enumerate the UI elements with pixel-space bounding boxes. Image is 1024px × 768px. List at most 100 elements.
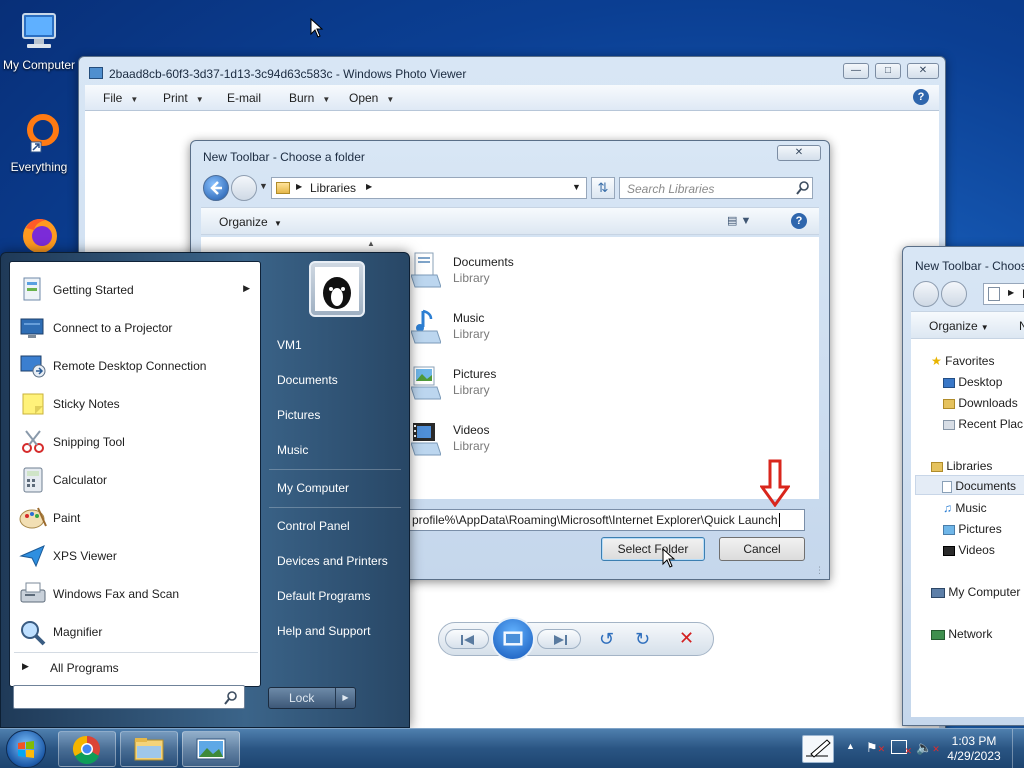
start-right-documents[interactable]: Documents <box>277 373 338 387</box>
library-pictures[interactable]: Pictures Library <box>410 359 611 405</box>
forward-button[interactable] <box>231 175 257 201</box>
forward-button[interactable] <box>941 281 967 307</box>
nav-recent[interactable]: Recent Plac <box>943 417 1023 431</box>
photo-viewer-icon <box>196 738 226 760</box>
address-dropdown-icon[interactable]: ▼ <box>572 182 581 192</box>
start-item-fax-scan[interactable]: Windows Fax and Scan <box>14 576 258 612</box>
user-avatar[interactable] <box>309 261 365 317</box>
menu-file[interactable]: File ▼ <box>103 91 138 105</box>
nav-libraries[interactable]: Libraries <box>931 459 992 473</box>
taskbar: ▲ ⚑✕ ✕ 🔈✕ 1:03 PM 4/29/2023 <box>0 728 1024 768</box>
firefox-desktop-icon[interactable] <box>18 214 62 254</box>
star-icon: ★ <box>931 354 942 368</box>
start-right-user[interactable]: VM1 <box>277 338 302 352</box>
navigation-scroll-up-icon[interactable]: ▲ <box>365 239 377 251</box>
nav-documents[interactable]: Documents <box>915 475 1024 495</box>
maximize-button[interactable]: □ <box>875 63 901 79</box>
close-button[interactable]: ✕ <box>907 63 939 79</box>
rotate-clockwise-icon[interactable]: ↻ <box>635 629 650 649</box>
taskbar-explorer[interactable] <box>120 731 178 767</box>
search-icon[interactable] <box>224 690 238 709</box>
menu-email[interactable]: E-mail <box>227 91 261 105</box>
nav-videos[interactable]: Videos <box>943 543 995 557</box>
start-right-control-panel[interactable]: Control Panel <box>277 519 350 533</box>
clock[interactable]: 1:03 PM 4/29/2023 <box>944 734 1004 764</box>
desktop-icon-my-computer[interactable]: My Computer <box>0 10 78 72</box>
dialog-toolbar: Organize ▼ ▤ ▼ ? <box>201 207 819 235</box>
start-right-music[interactable]: Music <box>277 443 308 457</box>
start-right-pictures[interactable]: Pictures <box>277 408 320 422</box>
new-folder-button[interactable]: N <box>1019 319 1024 333</box>
start-item-calculator[interactable]: Calculator <box>14 462 258 498</box>
start-right-my-computer[interactable]: My Computer <box>277 481 349 495</box>
start-item-getting-started[interactable]: Getting Started ▶ <box>14 272 258 308</box>
all-programs-button[interactable]: ▶ All Programs <box>14 652 258 682</box>
minimize-button[interactable]: — <box>843 63 869 79</box>
library-music[interactable]: Music Library <box>410 303 611 349</box>
start-right-devices-printers[interactable]: Devices and Printers <box>277 554 388 568</box>
nav-desktop[interactable]: Desktop <box>943 375 1002 389</box>
start-item-xps-viewer[interactable]: XPS Viewer <box>14 538 258 574</box>
recent-pages-chevron-icon[interactable]: ▼ <box>259 181 268 191</box>
lock-button[interactable]: Lock ▶ <box>268 687 356 709</box>
start-item-snipping-tool[interactable]: Snipping Tool <box>14 424 258 460</box>
search-input[interactable]: Search Libraries <box>619 177 813 199</box>
nav-favorites[interactable]: ★ Favorites <box>931 354 994 368</box>
next-icon[interactable] <box>537 629 581 649</box>
nav-network[interactable]: Network <box>931 627 992 641</box>
select-folder-button[interactable]: Select Folder <box>601 537 705 561</box>
start-right-help-support[interactable]: Help and Support <box>277 624 370 638</box>
desktop-icon-everything[interactable]: Everything <box>0 112 78 174</box>
folder-path-input[interactable]: profile%\AppData\Roaming\Microsoft\Inter… <box>407 509 805 531</box>
show-desktop-button[interactable] <box>1012 729 1024 768</box>
view-options-icon[interactable]: ▤ ▼ <box>727 214 759 230</box>
start-item-paint[interactable]: Paint <box>14 500 258 536</box>
cancel-button[interactable]: Cancel <box>719 537 805 561</box>
lock-options-arrow-icon[interactable]: ▶ <box>335 688 355 708</box>
chrome-icon <box>72 735 100 764</box>
organize-button[interactable]: Organize ▼ <box>219 215 282 229</box>
start-right-default-programs[interactable]: Default Programs <box>277 589 370 603</box>
help-icon[interactable]: ? <box>791 213 807 229</box>
nav-pictures[interactable]: Pictures <box>943 522 1002 536</box>
address-bar[interactable]: ▶ Libraries ▶ ▼ <box>271 177 587 199</box>
resize-grip-icon[interactable]: ⋮ <box>815 565 824 576</box>
refresh-icon[interactable]: ⇅ <box>591 177 615 199</box>
rotate-counterclockwise-icon[interactable]: ↺ <box>599 629 614 649</box>
volume-muted-icon[interactable]: 🔈✕ <box>916 740 940 756</box>
previous-icon[interactable] <box>445 629 489 649</box>
menu-open[interactable]: Open ▼ <box>349 91 394 105</box>
nav-music[interactable]: ♫ Music <box>943 501 987 515</box>
network-status-icon[interactable]: ✕ <box>891 740 912 756</box>
action-center-flag-icon[interactable]: ⚑✕ <box>866 740 885 756</box>
slideshow-button[interactable] <box>491 617 535 661</box>
pen-tray-icon[interactable] <box>802 735 834 763</box>
back-button[interactable] <box>203 175 229 201</box>
breadcrumb-libraries[interactable]: Libraries <box>310 181 356 195</box>
search-icon[interactable] <box>796 180 810 199</box>
library-documents[interactable]: Documents Library <box>410 247 611 293</box>
start-item-magnifier[interactable]: Magnifier <box>14 614 258 650</box>
menu-burn[interactable]: Burn ▼ <box>289 91 330 105</box>
start-item-connect-projector[interactable]: Connect to a Projector <box>14 310 258 346</box>
organize-button[interactable]: Organize ▼ <box>929 319 989 333</box>
show-hidden-icons-icon[interactable]: ▲ <box>846 741 855 751</box>
library-videos[interactable]: Videos Library <box>410 415 611 461</box>
start-search-input[interactable] <box>13 685 245 709</box>
navigation-pane: ★ Favorites Desktop Downloads Recent Pla… <box>911 339 1024 717</box>
address-bar[interactable]: ▶ L <box>983 283 1024 305</box>
dialog-close-button[interactable]: ✕ <box>777 145 821 161</box>
start-item-sticky-notes[interactable]: Sticky Notes <box>14 386 258 422</box>
taskbar-chrome[interactable] <box>58 731 116 767</box>
menu-print[interactable]: Print ▼ <box>163 91 204 105</box>
photo-viewer-menubar: File ▼ Print ▼ E-mail Burn ▼ Open ▼ ? <box>85 85 939 111</box>
nav-downloads[interactable]: Downloads <box>943 396 1018 410</box>
nav-my-computer[interactable]: My Computer <box>931 585 1020 599</box>
delete-icon[interactable]: ✕ <box>679 628 694 648</box>
start-menu-programs: Getting Started ▶ Connect to a Projector… <box>9 261 261 687</box>
start-item-remote-desktop[interactable]: Remote Desktop Connection <box>14 348 258 384</box>
help-icon[interactable]: ? <box>913 89 929 105</box>
start-button[interactable] <box>6 730 46 768</box>
taskbar-photo-viewer[interactable] <box>182 731 240 767</box>
back-button[interactable] <box>913 281 939 307</box>
